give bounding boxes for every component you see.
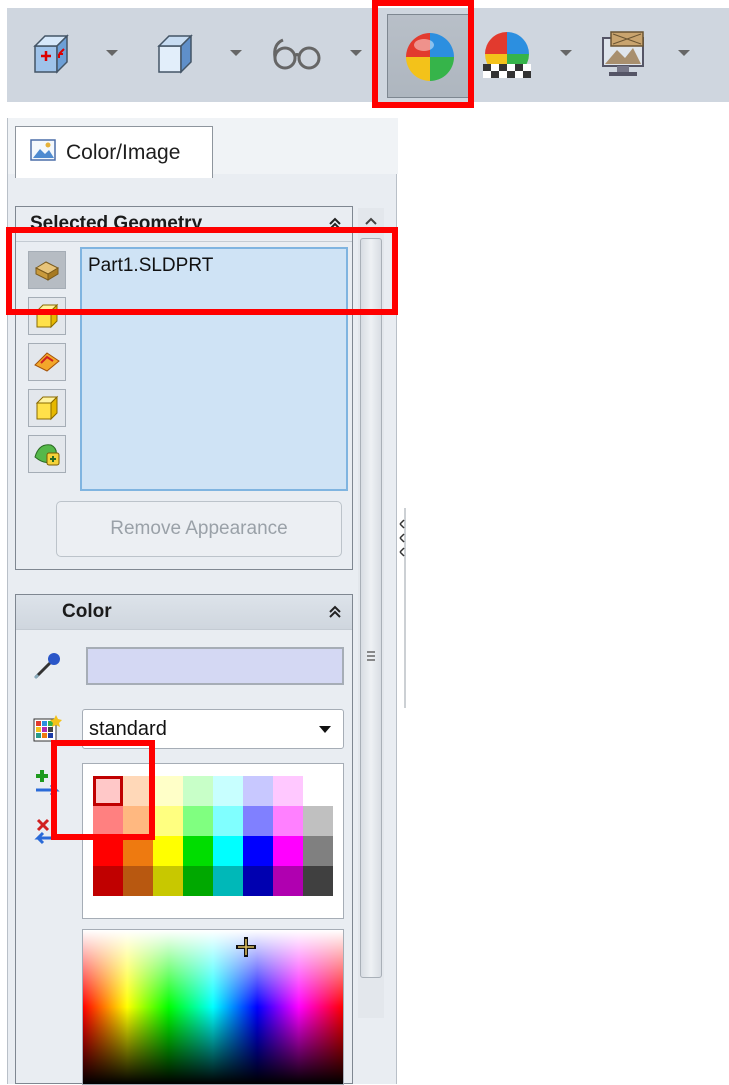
color-swatch[interactable] bbox=[93, 866, 123, 896]
color-swatch[interactable] bbox=[93, 806, 123, 836]
palette-dropdown[interactable]: standard bbox=[82, 709, 344, 749]
color-swatch[interactable] bbox=[273, 776, 303, 806]
select-features-icon[interactable] bbox=[28, 389, 66, 427]
apply-scene-dropdown[interactable] bbox=[559, 46, 573, 60]
color-swatch[interactable] bbox=[183, 866, 213, 896]
color-swatch[interactable] bbox=[243, 866, 273, 896]
color-swatch[interactable] bbox=[153, 806, 183, 836]
color-swatch[interactable] bbox=[303, 836, 333, 866]
color-swatch[interactable] bbox=[213, 776, 243, 806]
color-swatch[interactable] bbox=[183, 806, 213, 836]
hide-show-items-dropdown[interactable] bbox=[349, 46, 363, 60]
crosshair-icon bbox=[236, 937, 256, 957]
image-icon bbox=[30, 139, 56, 166]
selected-geometry-group: Selected Geometry Part1.SLDPRT Remove Ap… bbox=[15, 206, 353, 570]
selected-geometry-title: Selected Geometry bbox=[30, 213, 203, 234]
color-title: Color bbox=[62, 601, 112, 622]
color-swatch[interactable] bbox=[273, 836, 303, 866]
color-spectrum-picker[interactable] bbox=[82, 929, 344, 1085]
grip-icon bbox=[367, 651, 375, 661]
remove-appearance-button[interactable]: Remove Appearance bbox=[56, 501, 342, 557]
color-swatch[interactable] bbox=[123, 866, 153, 896]
view-settings-icon[interactable] bbox=[595, 26, 651, 82]
list-item[interactable]: Part1.SLDPRT bbox=[88, 255, 340, 277]
select-bodies-icon[interactable] bbox=[28, 297, 66, 335]
color-swatch[interactable] bbox=[93, 776, 123, 806]
color-swatch[interactable] bbox=[153, 866, 183, 896]
color-swatch[interactable] bbox=[93, 836, 123, 866]
hide-show-items-icon[interactable] bbox=[269, 26, 325, 82]
edit-appearance-icon bbox=[402, 29, 458, 85]
apply-scene-icon[interactable] bbox=[479, 26, 535, 82]
add-swatch-icon[interactable] bbox=[28, 765, 66, 803]
display-style-icon[interactable] bbox=[149, 26, 205, 82]
color-swatch[interactable] bbox=[213, 806, 243, 836]
remove-swatch-icon[interactable] bbox=[28, 813, 66, 851]
eyedropper-icon[interactable] bbox=[28, 647, 66, 685]
color-swatch[interactable] bbox=[153, 776, 183, 806]
panel-splitter-handle[interactable] bbox=[398, 508, 406, 708]
color-swatch[interactable] bbox=[123, 776, 153, 806]
appearance-property-panel: Color/Image Selected Geometry Part1.SLDP… bbox=[7, 118, 406, 1085]
panel-scrollbar[interactable] bbox=[358, 208, 384, 1018]
collapse-chevron-icon[interactable] bbox=[326, 603, 344, 621]
color-swatch[interactable] bbox=[273, 866, 303, 896]
scroll-up-icon[interactable] bbox=[358, 208, 384, 234]
view-orientation-dropdown[interactable] bbox=[105, 46, 119, 60]
selected-geometry-list[interactable]: Part1.SLDPRT bbox=[80, 247, 348, 491]
select-parts-icon[interactable] bbox=[28, 251, 66, 289]
view-orientation-icon[interactable] bbox=[25, 26, 81, 82]
swatch-grid bbox=[93, 776, 333, 896]
color-palette-icon[interactable] bbox=[28, 709, 66, 747]
palette-dropdown-value: standard bbox=[89, 717, 167, 740]
color-swatch[interactable] bbox=[213, 836, 243, 866]
tab-color-image[interactable]: Color/Image bbox=[15, 126, 213, 178]
view-toolbar bbox=[7, 8, 729, 102]
display-style-dropdown[interactable] bbox=[229, 46, 243, 60]
scrollbar-thumb[interactable] bbox=[360, 238, 382, 978]
color-value-field[interactable] bbox=[86, 647, 344, 685]
panel-tab-strip: Color/Image bbox=[8, 118, 398, 178]
chevron-down-icon bbox=[319, 726, 331, 733]
color-swatch[interactable] bbox=[183, 776, 213, 806]
selected-geometry-header[interactable]: Selected Geometry bbox=[16, 207, 352, 242]
edit-appearance-button[interactable] bbox=[387, 14, 471, 98]
color-header[interactable]: Color bbox=[16, 595, 352, 630]
color-swatch[interactable] bbox=[153, 836, 183, 866]
color-swatch[interactable] bbox=[183, 836, 213, 866]
color-swatch[interactable] bbox=[243, 776, 273, 806]
color-swatch[interactable] bbox=[123, 836, 153, 866]
color-swatch[interactable] bbox=[243, 836, 273, 866]
tab-label: Color/Image bbox=[66, 140, 181, 164]
color-swatch[interactable] bbox=[273, 806, 303, 836]
color-swatch-panel bbox=[82, 763, 344, 919]
color-swatch[interactable] bbox=[243, 806, 273, 836]
collapse-chevron-icon[interactable] bbox=[326, 215, 344, 233]
color-group: Color standard bbox=[15, 594, 353, 1085]
color-swatch[interactable] bbox=[303, 866, 333, 896]
color-swatch[interactable] bbox=[213, 866, 243, 896]
color-swatch[interactable] bbox=[123, 806, 153, 836]
select-faces-icon[interactable] bbox=[28, 343, 66, 381]
color-swatch[interactable] bbox=[303, 806, 333, 836]
view-settings-dropdown[interactable] bbox=[677, 46, 691, 60]
color-swatch[interactable] bbox=[303, 776, 333, 806]
select-surfaces-icon[interactable] bbox=[28, 435, 66, 473]
